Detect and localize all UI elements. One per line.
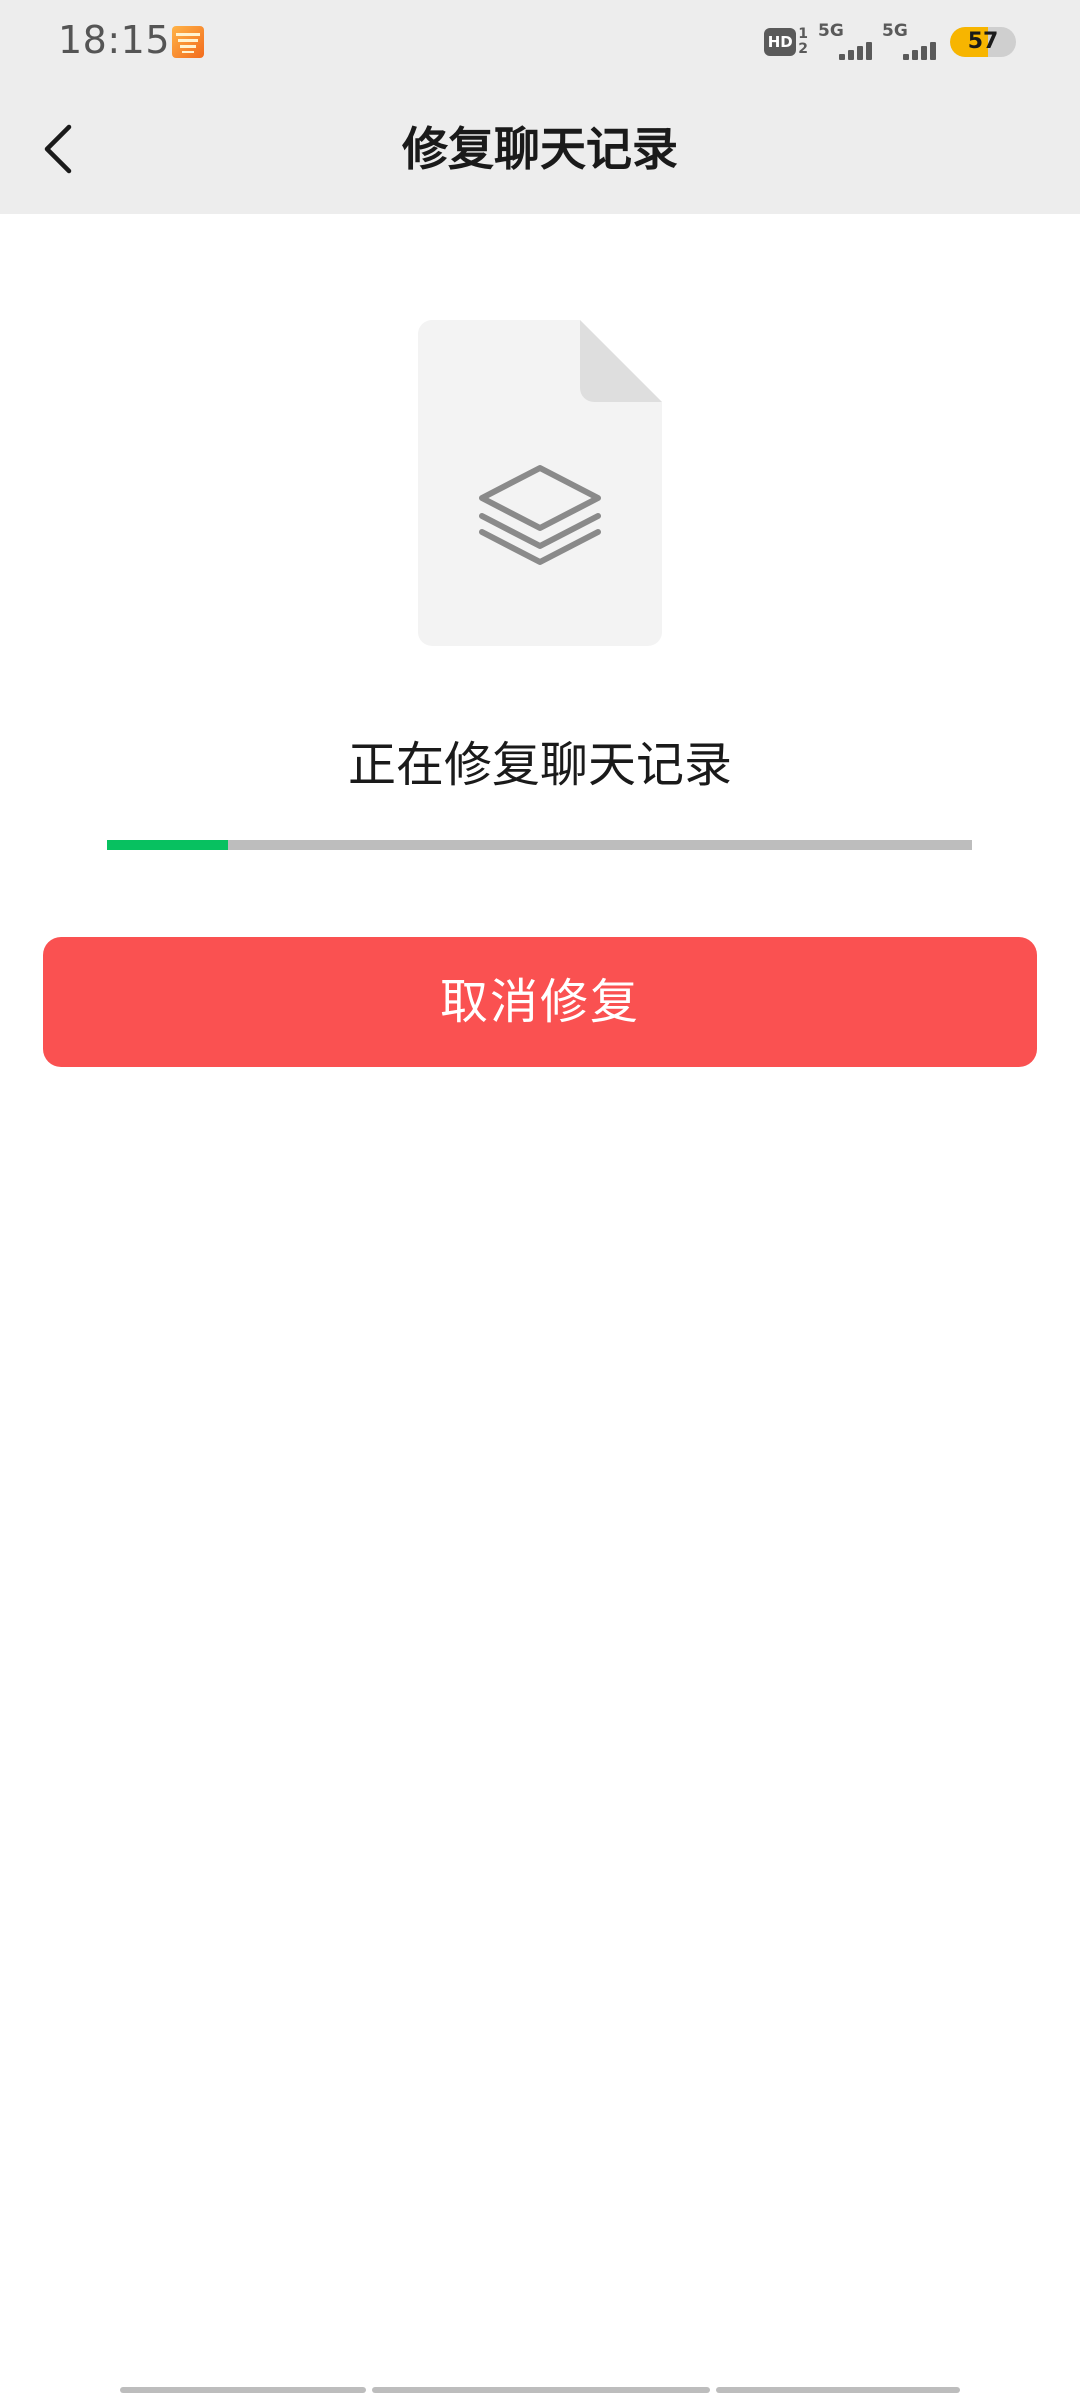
repair-progress-fill: [107, 840, 229, 850]
sim-slot-labels: 1 2: [798, 27, 808, 57]
title-bar: 修复聊天记录: [0, 84, 1080, 214]
screen: 18:15 HD 1 2 5G 5G 57 修复聊天记录 正在修复聊天记录 取消…: [0, 0, 1080, 2400]
battery-level-text: 57: [967, 29, 999, 54]
signal-bars-icon: [839, 42, 872, 60]
page-title: 修复聊天记录: [402, 122, 678, 176]
sim-slot-1: 1: [798, 26, 808, 42]
sim-slot-2: 2: [798, 41, 808, 57]
status-indicators: HD 1 2 5G 5G 57: [764, 22, 1016, 62]
network-type-label: 5G: [882, 21, 908, 41]
back-button[interactable]: [24, 114, 94, 184]
navigation-gesture-bar: [120, 2387, 960, 2393]
nav-handle-segment: [716, 2387, 960, 2393]
network-type-label: 5G: [818, 21, 844, 41]
signal-sim-2: 5G: [882, 22, 936, 62]
app-notification-icon: [172, 26, 204, 58]
hd-voice-badge: HD: [764, 28, 797, 56]
signal-sim-1: 5G: [818, 22, 872, 62]
cancel-repair-button[interactable]: 取消修复: [43, 937, 1037, 1067]
status-bar: 18:15 HD 1 2 5G 5G 57: [0, 0, 1080, 84]
battery-icon: 57: [950, 27, 1016, 57]
repair-status-text: 正在修复聊天记录: [347, 737, 732, 793]
layers-document-icon: [418, 320, 662, 646]
signal-bars-icon: [903, 42, 936, 60]
nav-handle-segment: [120, 2387, 366, 2393]
repair-progress-bar: [107, 840, 972, 850]
file-illustration: [418, 320, 662, 646]
nav-handle-segment: [372, 2387, 710, 2393]
status-time: 18:15: [58, 18, 171, 62]
chevron-left-icon: [44, 124, 72, 174]
